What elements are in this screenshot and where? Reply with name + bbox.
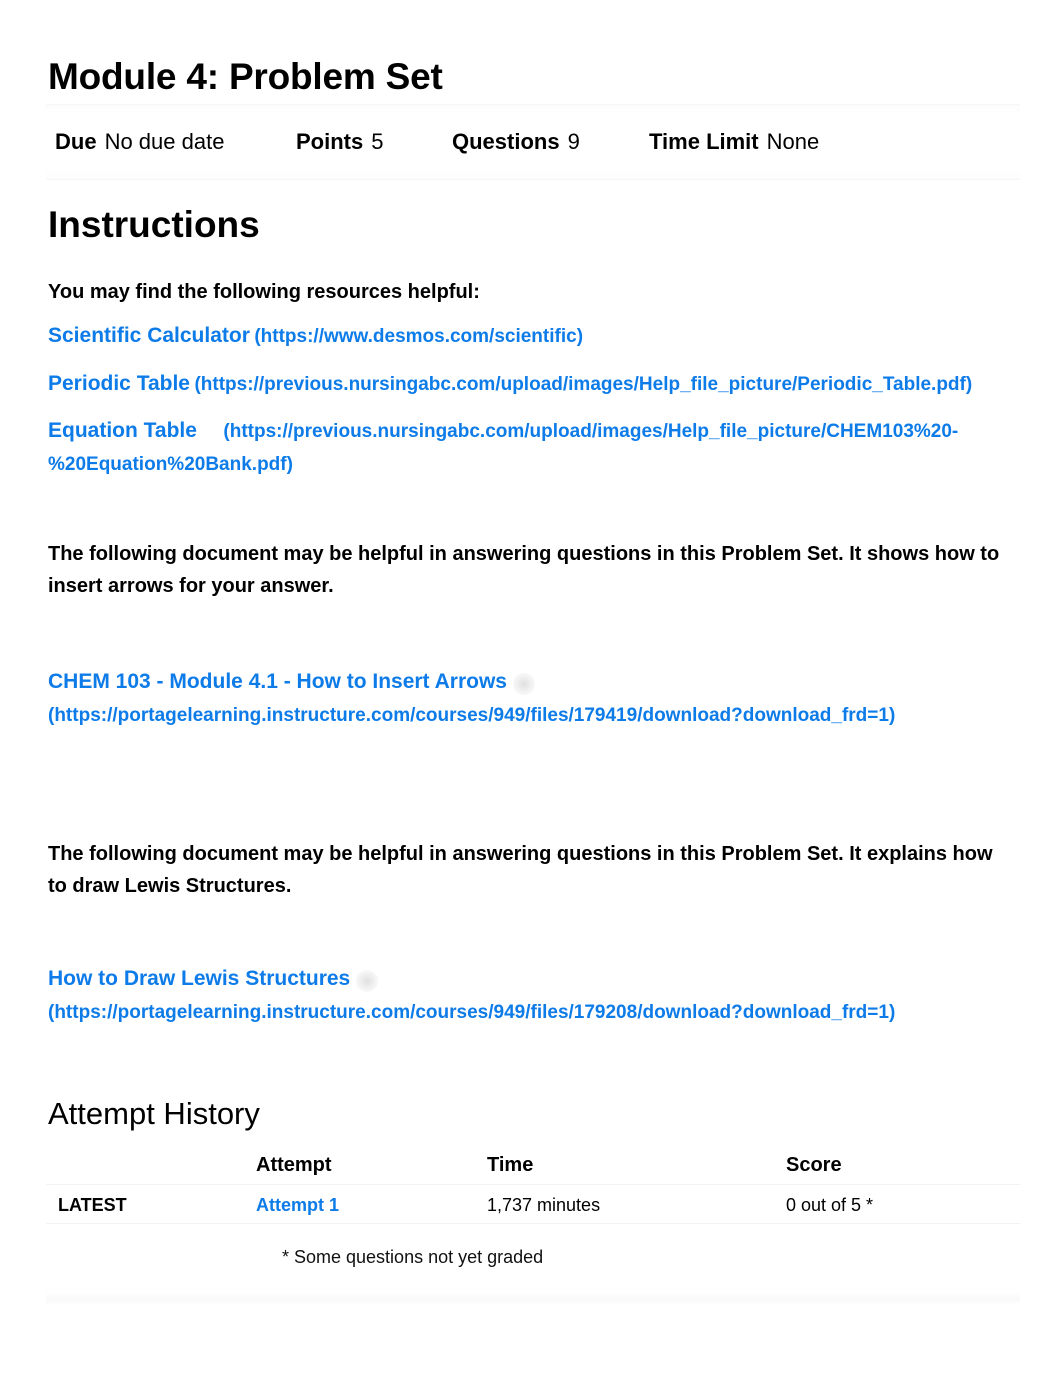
lewis-structures-doc-link[interactable]: How to Draw Lewis Structures (https://po… — [48, 963, 948, 1030]
attempt-time: 1,737 minutes — [487, 1195, 601, 1215]
link-name: Periodic Table — [48, 372, 190, 395]
link-url: (https://previous.nursingabc.com/upload/… — [194, 374, 973, 395]
link-url: (https://www.desmos.com/scientific) — [254, 326, 584, 347]
arrows-doc-description: The following document may be helpful in… — [48, 543, 1000, 597]
meta-questions: Questions 9 — [452, 129, 580, 155]
meta-time-limit: Time Limit None — [649, 129, 819, 155]
attempt-1-link[interactable]: Attempt 1 — [256, 1195, 339, 1216]
section-divider — [46, 1292, 1020, 1306]
link-name: Scientific Calculator — [48, 324, 250, 347]
column-header-score: Score — [786, 1154, 842, 1176]
quiz-page: Module 4: Problem Set Due No due date Poi… — [0, 0, 1062, 1377]
link-url: (https://portagelearning.instructure.com… — [48, 705, 896, 726]
lewis-doc-description: The following document may be helpful in… — [48, 843, 993, 897]
meta-due-label: Due — [55, 129, 97, 154]
scientific-calculator-link[interactable]: Scientific Calculator (https://www.desmo… — [48, 320, 583, 354]
meta-questions-value: 9 — [567, 129, 580, 154]
meta-due-value: No due date — [104, 129, 225, 154]
file-preview-icon[interactable] — [512, 672, 535, 695]
grading-footnote: * Some questions not yet graded — [282, 1247, 544, 1267]
column-header-attempt: Attempt — [256, 1154, 332, 1176]
meta-due: Due No due date — [55, 129, 224, 155]
periodic-table-link[interactable]: Periodic Table (https://previous.nursing… — [48, 368, 972, 402]
resources-intro: You may find the following resources hel… — [48, 281, 480, 303]
insert-arrows-doc-link[interactable]: CHEM 103 - Module 4.1 - How to Insert Ar… — [48, 666, 948, 733]
meta-points: Points 5 — [296, 129, 383, 155]
link-name: CHEM 103 - Module 4.1 - How to Insert Ar… — [48, 670, 507, 693]
link-name: Equation Table — [48, 419, 197, 442]
latest-badge: LATEST — [58, 1195, 127, 1215]
quiz-meta-bar: Due No due date Points 5 Questions 9 Time L… — [46, 104, 1020, 180]
equation-table-link[interactable]: Equation Table (https://previous.nursing… — [48, 415, 968, 482]
instructions-heading: Instructions — [48, 204, 260, 245]
table-row: LATEST Attempt 1 1,737 minutes 0 out of … — [46, 1184, 1020, 1224]
meta-questions-label: Questions — [452, 129, 560, 154]
meta-time-limit-value: None — [766, 129, 820, 154]
column-header-time: Time — [487, 1154, 534, 1176]
meta-points-value: 5 — [371, 129, 384, 154]
attempt-score: 0 out of 5 * — [786, 1195, 874, 1215]
page-title: Module 4: Problem Set — [48, 56, 443, 97]
link-name: How to Draw Lewis Structures — [48, 967, 351, 990]
meta-time-limit-label: Time Limit — [649, 129, 759, 154]
attempt-history-heading: Attempt History — [48, 1096, 260, 1131]
meta-points-label: Points — [296, 129, 364, 154]
file-preview-icon[interactable] — [356, 969, 379, 992]
link-url: (https://portagelearning.instructure.com… — [48, 1002, 896, 1023]
